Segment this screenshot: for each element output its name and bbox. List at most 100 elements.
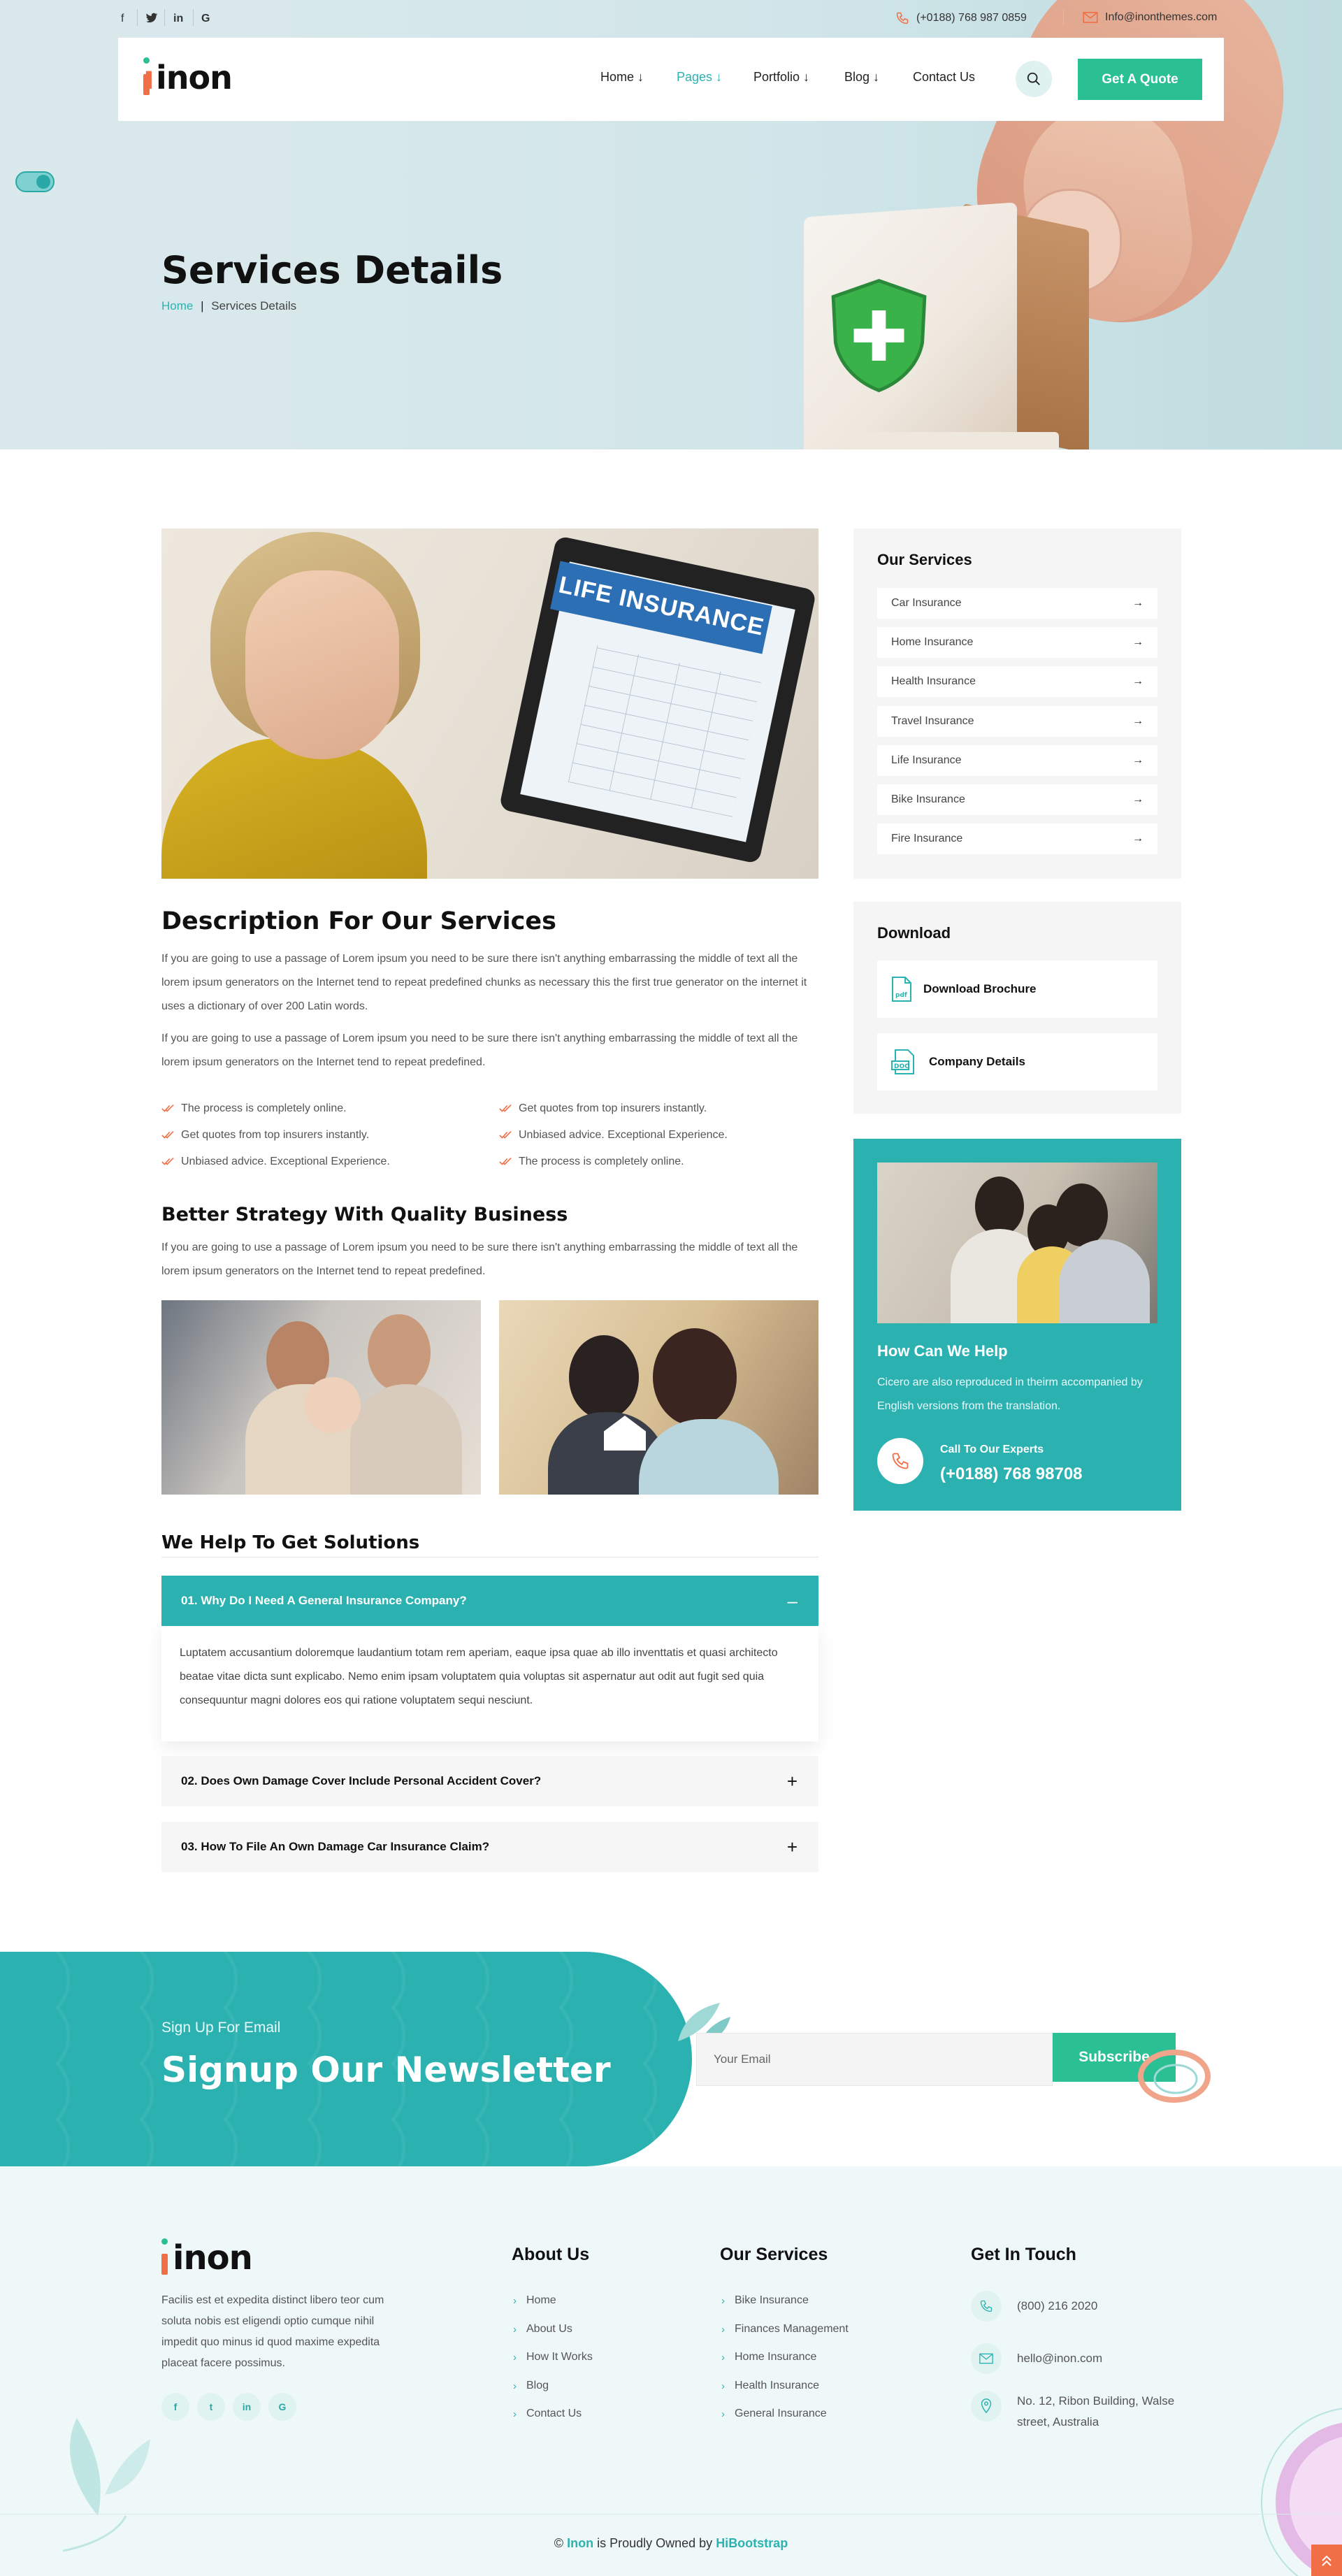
- chevron-right-icon: ›: [721, 2294, 725, 2307]
- nav-item-pages[interactable]: Pages ↓: [677, 70, 722, 85]
- phone-icon: [896, 12, 909, 24]
- facebook-icon[interactable]: f: [161, 2393, 189, 2421]
- footer-service-general[interactable]: › General Insurance: [721, 2408, 827, 2420]
- nav-item-blog[interactable]: Blog ↓: [844, 70, 879, 85]
- newsletter-banner: Sign Up For Email Signup Our Newsletter: [0, 1952, 692, 2166]
- footer-link-contact[interactable]: › Contact Us: [513, 2408, 582, 2420]
- theme-toggle[interactable]: [15, 171, 55, 192]
- copyright-brand[interactable]: Inon: [567, 2536, 593, 2550]
- linkedin-icon[interactable]: in: [173, 13, 183, 25]
- topbar-phone-text: (+0188) 768 987 0859: [916, 12, 1027, 24]
- photo-person: [350, 1384, 462, 1495]
- description-paragraph-2: If you are going to use a passage of Lor…: [161, 1032, 798, 1068]
- faq-question-1[interactable]: 01. Why Do I Need A General Insurance Co…: [161, 1576, 818, 1626]
- footer-link-blog[interactable]: › Blog: [513, 2380, 549, 2392]
- nav-item-home[interactable]: Home ↓: [600, 70, 644, 85]
- topbar-email[interactable]: Info@inonthemes.com: [1083, 11, 1217, 24]
- google-icon[interactable]: G: [201, 13, 210, 25]
- faq-item-3: 03. How To File An Own Damage Car Insura…: [161, 1822, 818, 1872]
- newsletter-subtitle: Sign Up For Email: [161, 2020, 281, 2036]
- google-icon[interactable]: G: [268, 2393, 296, 2421]
- arrow-right-icon: →: [1132, 793, 1143, 805]
- footer-service-finances[interactable]: › Finances Management: [721, 2323, 849, 2336]
- back-to-top-button[interactable]: [1311, 2545, 1342, 2576]
- service-link-fire[interactable]: Fire Insurance →: [877, 823, 1157, 854]
- double-check-icon: [499, 1104, 512, 1112]
- call-button[interactable]: [877, 1438, 923, 1484]
- footer-link-how[interactable]: › How It Works: [513, 2351, 593, 2363]
- chevron-right-icon: ›: [513, 2294, 517, 2307]
- service-link-car[interactable]: Car Insurance →: [877, 588, 1157, 619]
- chevron-right-icon: ›: [513, 2323, 517, 2336]
- site-footer: inon Facilis est et expedita distinct li…: [0, 2166, 1342, 2576]
- chevron-right-icon: ›: [513, 2380, 517, 2392]
- divider: [193, 9, 194, 26]
- get-quote-button[interactable]: Get A Quote: [1078, 59, 1202, 100]
- service-link-life[interactable]: Life Insurance →: [877, 745, 1157, 776]
- call-number[interactable]: (+0188) 768 98708: [940, 1465, 1083, 1484]
- nav-item-portfolio[interactable]: Portfolio ↓: [753, 70, 809, 85]
- footer-contact-title: Get In Touch: [971, 2245, 1076, 2264]
- double-chevron-up-icon: [1322, 2555, 1332, 2566]
- photo-person-body: [161, 738, 427, 879]
- minus-icon: –: [787, 1590, 798, 1611]
- copyright: © Inon is Proudly Owned by HiBootstrap: [554, 2536, 788, 2550]
- double-check-icon: [161, 1158, 174, 1165]
- photo-person: [653, 1328, 737, 1426]
- breadcrumb: Home | Services Details: [161, 299, 296, 313]
- strategy-title: Better Strategy With Quality Business: [161, 1204, 568, 1225]
- service-link-home[interactable]: Home Insurance →: [877, 627, 1157, 658]
- call-label: Call To Our Experts: [940, 1444, 1044, 1455]
- service-link-travel[interactable]: Travel Insurance →: [877, 706, 1157, 737]
- faq-question-3[interactable]: 03. How To File An Own Damage Car Insura…: [161, 1822, 818, 1872]
- footer-service-home[interactable]: › Home Insurance: [721, 2351, 816, 2363]
- service-link-bike[interactable]: Bike Insurance →: [877, 784, 1157, 815]
- breadcrumb-separator: |: [201, 299, 204, 312]
- footer-email[interactable]: hello@inon.com: [971, 2343, 1102, 2374]
- footer-about-title: About Us: [512, 2245, 590, 2264]
- couple-house-image: [499, 1300, 818, 1495]
- service-link-health[interactable]: Health Insurance →: [877, 666, 1157, 697]
- help-title: How Can We Help: [877, 1342, 1008, 1360]
- download-brochure-link[interactable]: pdf Download Brochure: [877, 960, 1157, 1018]
- photo-person: [639, 1419, 779, 1495]
- arrow-right-icon: →: [1132, 636, 1143, 648]
- photo-person: [1055, 1183, 1108, 1246]
- facebook-icon[interactable]: f: [121, 13, 124, 25]
- photo-person: [975, 1177, 1024, 1236]
- footer-description: Facilis est et expedita distinct libero …: [161, 2294, 384, 2369]
- faq-answer-1: Luptatem accusantium doloremque laudanti…: [161, 1626, 818, 1741]
- family-sofa-image: [877, 1163, 1157, 1323]
- footer-link-home[interactable]: › Home: [513, 2294, 556, 2307]
- arrow-right-icon: →: [1132, 675, 1143, 687]
- twitter-icon[interactable]: [145, 13, 158, 24]
- strategy-paragraph: If you are going to use a passage of Lor…: [161, 1242, 798, 1277]
- faq-question-2[interactable]: 02. Does Own Damage Cover Include Person…: [161, 1756, 818, 1806]
- footer-link-about[interactable]: › About Us: [513, 2323, 572, 2336]
- search-button[interactable]: [1016, 61, 1052, 97]
- footer-service-health[interactable]: › Health Insurance: [721, 2380, 819, 2392]
- help-widget: How Can We Help Cicero are also reproduc…: [853, 1139, 1181, 1511]
- footer-phone[interactable]: (800) 216 2020: [971, 2291, 1097, 2322]
- double-check-icon: [161, 1104, 174, 1112]
- check-item: Get quotes from top insurers instantly.: [161, 1129, 369, 1142]
- swirl-decoration-icon: [1138, 2050, 1211, 2103]
- topbar-phone[interactable]: (+0188) 768 987 0859: [895, 11, 1027, 25]
- service-main-image: LIFE INSURANCE: [161, 528, 818, 879]
- chevron-right-icon: ›: [513, 2351, 517, 2363]
- double-check-icon: [499, 1131, 512, 1139]
- chevron-right-icon: ›: [721, 2408, 725, 2420]
- plus-icon: +: [786, 1836, 798, 1857]
- copyright-owner-link[interactable]: HiBootstrap: [716, 2536, 788, 2550]
- photo-person-face: [245, 570, 399, 759]
- nav-item-contact[interactable]: Contact Us: [913, 70, 975, 85]
- location-icon: [981, 2398, 992, 2414]
- breadcrumb-home[interactable]: Home: [161, 299, 193, 312]
- twitter-icon[interactable]: t: [197, 2393, 225, 2421]
- faq-title: We Help To Get Solutions: [161, 1532, 420, 1553]
- company-details-link[interactable]: DOC Company Details: [877, 1033, 1157, 1091]
- linkedin-icon[interactable]: in: [233, 2393, 261, 2421]
- email-input[interactable]: Your Email: [696, 2033, 1053, 2086]
- footer-service-bike[interactable]: › Bike Insurance: [721, 2294, 809, 2307]
- description-paragraph-1: If you are going to use a passage of Lor…: [161, 953, 807, 1012]
